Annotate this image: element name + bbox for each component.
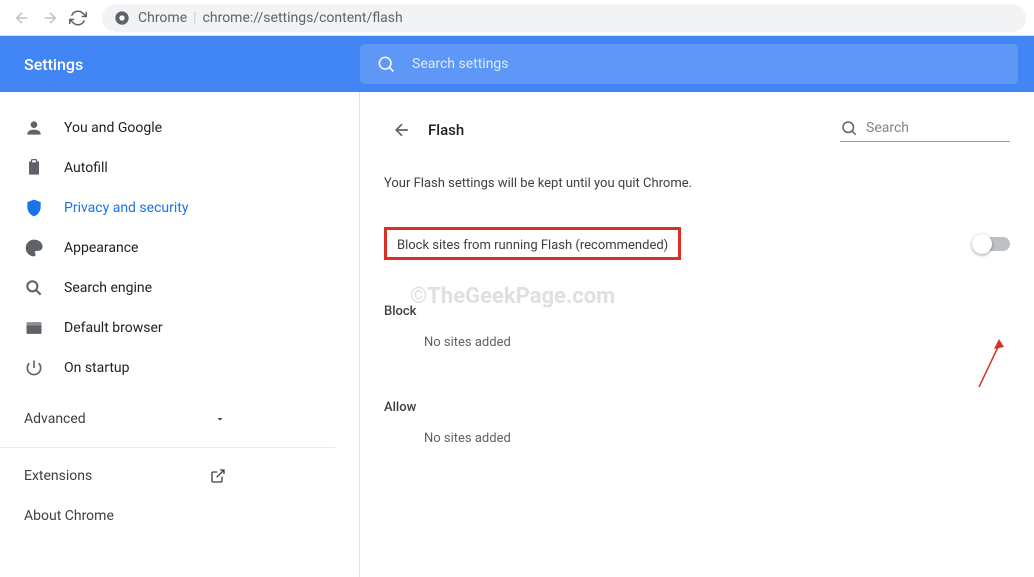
- allow-section-label: Allow: [384, 400, 1010, 415]
- sidebar-advanced[interactable]: Advanced: [0, 399, 250, 439]
- extensions-label: Extensions: [24, 468, 92, 484]
- url-path: chrome://settings/content/flash: [203, 10, 403, 26]
- url-host: Chrome: [138, 10, 187, 26]
- forward-nav-button[interactable]: [36, 4, 64, 32]
- header-title: Settings: [0, 55, 360, 74]
- sidebar-item-label: Search engine: [64, 280, 152, 296]
- sidebar-item-on-startup[interactable]: On startup: [0, 348, 351, 388]
- flash-block-setting-row: Block sites from running Flash (recommen…: [384, 213, 1010, 274]
- about-label: About Chrome: [24, 508, 114, 524]
- sidebar: You and Google Autofill Privacy and secu…: [0, 92, 360, 577]
- sidebar-item-label: You and Google: [64, 120, 162, 136]
- back-nav-button[interactable]: [8, 4, 36, 32]
- sidebar-item-label: On startup: [64, 360, 130, 376]
- content-header: Flash Search: [384, 112, 1010, 148]
- chrome-icon: [114, 10, 130, 26]
- search-icon: [840, 119, 858, 137]
- sidebar-item-label: Autofill: [64, 160, 108, 176]
- browser-toolbar: Chrome | chrome://settings/content/flash: [0, 0, 1034, 36]
- external-link-icon: [210, 468, 226, 484]
- advanced-label: Advanced: [24, 411, 86, 427]
- main-area: You and Google Autofill Privacy and secu…: [0, 92, 1034, 577]
- header-search[interactable]: Search settings: [360, 44, 1018, 84]
- sidebar-item-label: Privacy and security: [64, 200, 188, 216]
- content-back-button[interactable]: [384, 112, 420, 148]
- content: Flash Search Your Flash settings will be…: [360, 92, 1034, 577]
- magnify-icon: [24, 278, 44, 298]
- sidebar-item-privacy-security[interactable]: Privacy and security: [0, 188, 351, 228]
- page-title: Flash: [428, 121, 464, 139]
- search-icon: [376, 54, 396, 74]
- settings-header: Settings Search settings: [0, 36, 1034, 92]
- sidebar-item-appearance[interactable]: Appearance: [0, 228, 351, 268]
- toggle-knob: [972, 234, 992, 254]
- sidebar-item-you-and-google[interactable]: You and Google: [0, 108, 351, 148]
- reload-button[interactable]: [64, 4, 92, 32]
- content-search-placeholder: Search: [866, 120, 909, 136]
- address-bar[interactable]: Chrome | chrome://settings/content/flash: [102, 4, 1026, 32]
- shield-icon: [24, 198, 44, 218]
- power-icon: [24, 358, 44, 378]
- block-section-label: Block: [384, 304, 1010, 319]
- flash-block-label: Block sites from running Flash (recommen…: [397, 238, 668, 253]
- sidebar-item-search-engine[interactable]: Search engine: [0, 268, 351, 308]
- highlight-box: Block sites from running Flash (recommen…: [384, 227, 681, 260]
- content-search[interactable]: Search: [840, 119, 1010, 142]
- flash-toggle[interactable]: [974, 237, 1010, 251]
- sidebar-item-default-browser[interactable]: Default browser: [0, 308, 351, 348]
- palette-icon: [24, 238, 44, 258]
- sidebar-item-autofill[interactable]: Autofill: [0, 148, 351, 188]
- sidebar-extensions[interactable]: Extensions: [0, 456, 250, 496]
- block-empty-text: No sites added: [384, 319, 1010, 350]
- url-separator: |: [193, 10, 196, 26]
- sidebar-item-label: Default browser: [64, 320, 163, 336]
- sidebar-about-chrome[interactable]: About Chrome: [0, 496, 250, 536]
- chevron-down-icon: [214, 413, 226, 425]
- person-icon: [24, 118, 44, 138]
- clipboard-icon: [24, 158, 44, 178]
- flash-info-text: Your Flash settings will be kept until y…: [384, 176, 1010, 191]
- browser-icon: [24, 318, 44, 338]
- allow-empty-text: No sites added: [384, 415, 1010, 446]
- header-search-placeholder: Search settings: [412, 56, 509, 72]
- sidebar-item-label: Appearance: [64, 240, 138, 256]
